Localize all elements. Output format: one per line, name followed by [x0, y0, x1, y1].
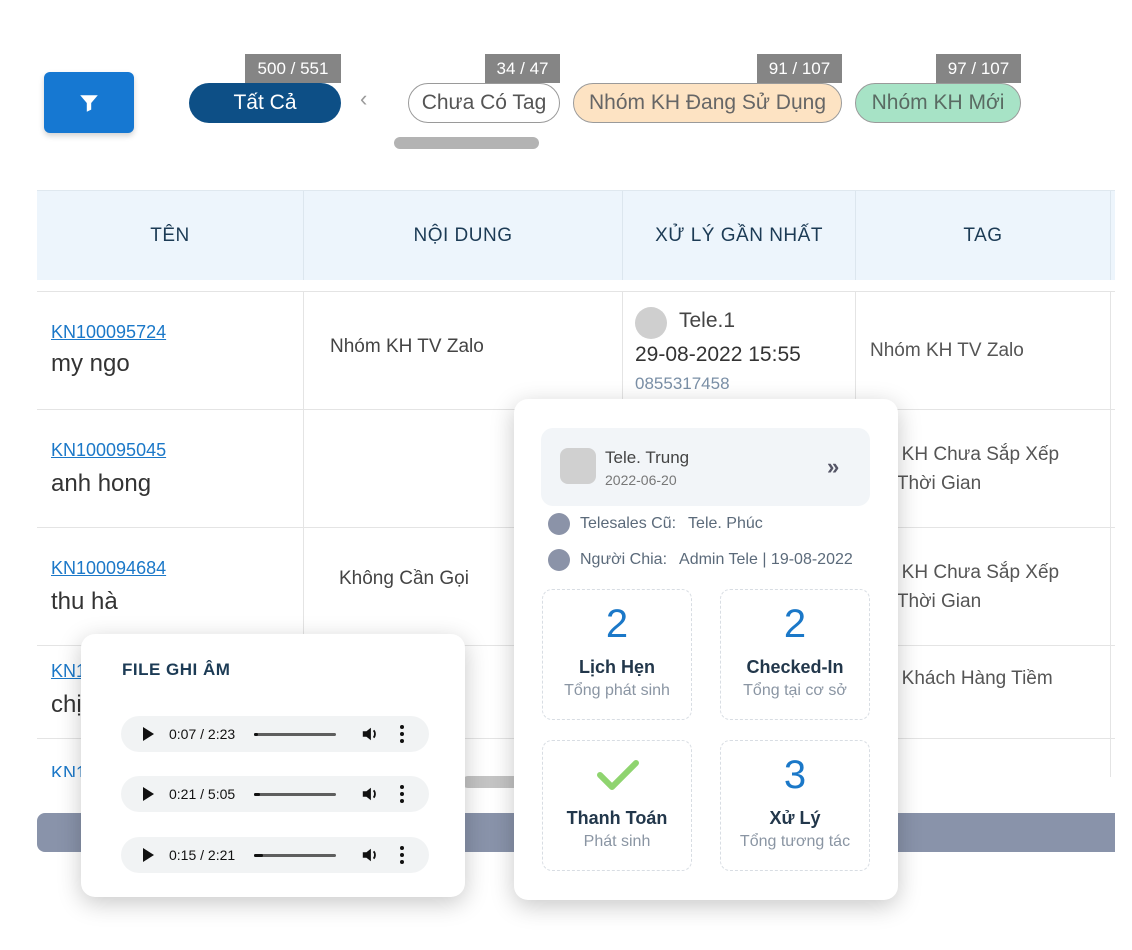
- stat-subtitle: Tổng tương tác: [739, 833, 851, 850]
- stat-subtitle: Tổng tại cơ sở: [743, 682, 847, 699]
- tag-count-untagged: 34 / 47: [485, 54, 560, 83]
- chevron-left-icon[interactable]: ‹: [360, 86, 367, 112]
- filter-button[interactable]: [44, 72, 134, 133]
- double-chevron-right-icon[interactable]: »: [827, 454, 839, 480]
- stat-payment[interactable]: Thanh Toán Phát sinh: [542, 740, 692, 871]
- tag-new-group[interactable]: Nhóm KH Mới: [855, 83, 1021, 123]
- stat-number: 2: [783, 602, 807, 646]
- audio-time: 0:15 / 2:21: [169, 847, 236, 863]
- tag-count-new: 97 / 107: [936, 54, 1021, 83]
- tag-count-using: 91 / 107: [757, 54, 842, 83]
- stat-interactions[interactable]: 3 Xử Lý Tổng tương tác: [720, 740, 870, 871]
- tag-count-all: 500 / 551: [245, 54, 341, 83]
- user-icon: [548, 513, 570, 535]
- audio-player[interactable]: 0:21 / 5:05: [121, 776, 429, 812]
- more-options-icon[interactable]: [400, 725, 404, 743]
- tag-all[interactable]: Tất Cả: [189, 83, 341, 123]
- telesales-info-popup: Tele. Trung 2022-06-20 » Telesales Cũ: T…: [514, 399, 898, 900]
- stat-number: 2: [605, 602, 629, 646]
- audio-progress[interactable]: [254, 793, 336, 796]
- row-content: Nhóm KH TV Zalo: [330, 336, 484, 357]
- handler-name: Tele.1: [679, 309, 736, 332]
- row-tag: óm KH Chưa Sắp Xếp: [870, 444, 1060, 465]
- recording-files-popup: FILE GHI ÂM 0:07 / 2:23 0:21 / 5:05 0:15…: [81, 634, 465, 897]
- avatar: [560, 448, 596, 484]
- handler-avatar: [635, 307, 667, 339]
- header-content[interactable]: NỘI DUNG: [304, 191, 623, 280]
- handled-datetime: 29-08-2022 15:55: [635, 343, 801, 366]
- header-tag[interactable]: TAG: [856, 191, 1111, 280]
- tags-scrollbar[interactable]: [394, 137, 539, 149]
- stat-number: 3: [783, 753, 807, 797]
- old-telesales: Telesales Cũ: Tele. Phúc: [548, 513, 763, 535]
- play-icon[interactable]: [143, 848, 154, 862]
- customer-code-link[interactable]: KN100095724: [51, 322, 166, 343]
- tag-untagged[interactable]: Chưa Có Tag: [408, 83, 560, 123]
- customer-name: anh hong: [51, 470, 152, 497]
- stat-appointments[interactable]: 2 Lịch Hẹn Tổng phát sinh: [542, 589, 692, 720]
- more-options-icon[interactable]: [400, 785, 404, 803]
- audio-time: 0:07 / 2:23: [169, 726, 236, 742]
- row-content: Không Cần Gọi: [339, 568, 469, 589]
- stat-checked-in[interactable]: 2 Checked-In Tổng tại cơ sở: [720, 589, 870, 720]
- shared-by-value: Admin Tele | 19-08-2022: [679, 551, 853, 568]
- row-tag: óm KH Chưa Sắp Xếp: [870, 562, 1060, 583]
- customer-name: thu hà: [51, 588, 118, 615]
- shared-by: Người Chia: Admin Tele | 19-08-2022: [548, 549, 853, 571]
- play-icon[interactable]: [143, 727, 154, 741]
- header-name[interactable]: TÊN: [37, 191, 304, 280]
- audio-time: 0:21 / 5:05: [169, 786, 236, 802]
- filter-icon: [80, 94, 98, 112]
- more-options-icon[interactable]: [400, 846, 404, 864]
- telesales-name: Tele. Trung: [605, 448, 690, 467]
- table-header: TÊN NỘI DUNG XỬ LÝ GẦN NHẤT TAG: [37, 190, 1115, 280]
- check-icon: [597, 760, 639, 790]
- recording-files-title: FILE GHI ÂM: [122, 660, 231, 679]
- handler-phone: 0855317458: [635, 374, 730, 393]
- audio-progress[interactable]: [254, 733, 336, 736]
- stat-subtitle: Tổng phát sinh: [564, 682, 670, 699]
- tag-in-use-group[interactable]: Nhóm KH Đang Sử Dụng: [573, 83, 842, 123]
- volume-icon[interactable]: [361, 846, 379, 864]
- stat-title: Thanh Toán: [566, 808, 668, 828]
- old-telesales-value: Tele. Phúc: [688, 515, 763, 532]
- customer-name: my ngo: [51, 350, 130, 377]
- stat-subtitle: Phát sinh: [583, 833, 651, 850]
- audio-player[interactable]: 0:07 / 2:23: [121, 716, 429, 752]
- table-row[interactable]: KN100095724 my ngo Nhóm KH TV Zalo Tele.…: [37, 291, 1115, 409]
- volume-icon[interactable]: [361, 725, 379, 743]
- volume-icon[interactable]: [361, 785, 379, 803]
- shared-by-label: Người Chia:: [580, 551, 668, 568]
- user-icon: [548, 549, 570, 571]
- header-last-handled[interactable]: XỬ LÝ GẦN NHẤT: [623, 191, 856, 280]
- audio-progress[interactable]: [254, 854, 336, 857]
- play-icon[interactable]: [143, 787, 154, 801]
- telesales-header[interactable]: Tele. Trung 2022-06-20 »: [541, 428, 870, 506]
- audio-player[interactable]: 0:15 / 2:21: [121, 837, 429, 873]
- stat-title: Checked-In: [746, 657, 844, 677]
- customer-code-link[interactable]: KN100095045: [51, 440, 166, 461]
- stat-title: Lịch Hẹn: [578, 657, 655, 677]
- row-tag: Nhóm KH TV Zalo: [870, 340, 1024, 361]
- old-telesales-label: Telesales Cũ:: [580, 515, 677, 532]
- customer-code-link[interactable]: KN100094684: [51, 558, 166, 579]
- table-scroll-thumb[interactable]: [462, 776, 522, 788]
- customer-name: chị: [51, 691, 82, 718]
- stat-title: Xử Lý: [769, 808, 821, 828]
- telesales-date: 2022-06-20: [605, 472, 677, 488]
